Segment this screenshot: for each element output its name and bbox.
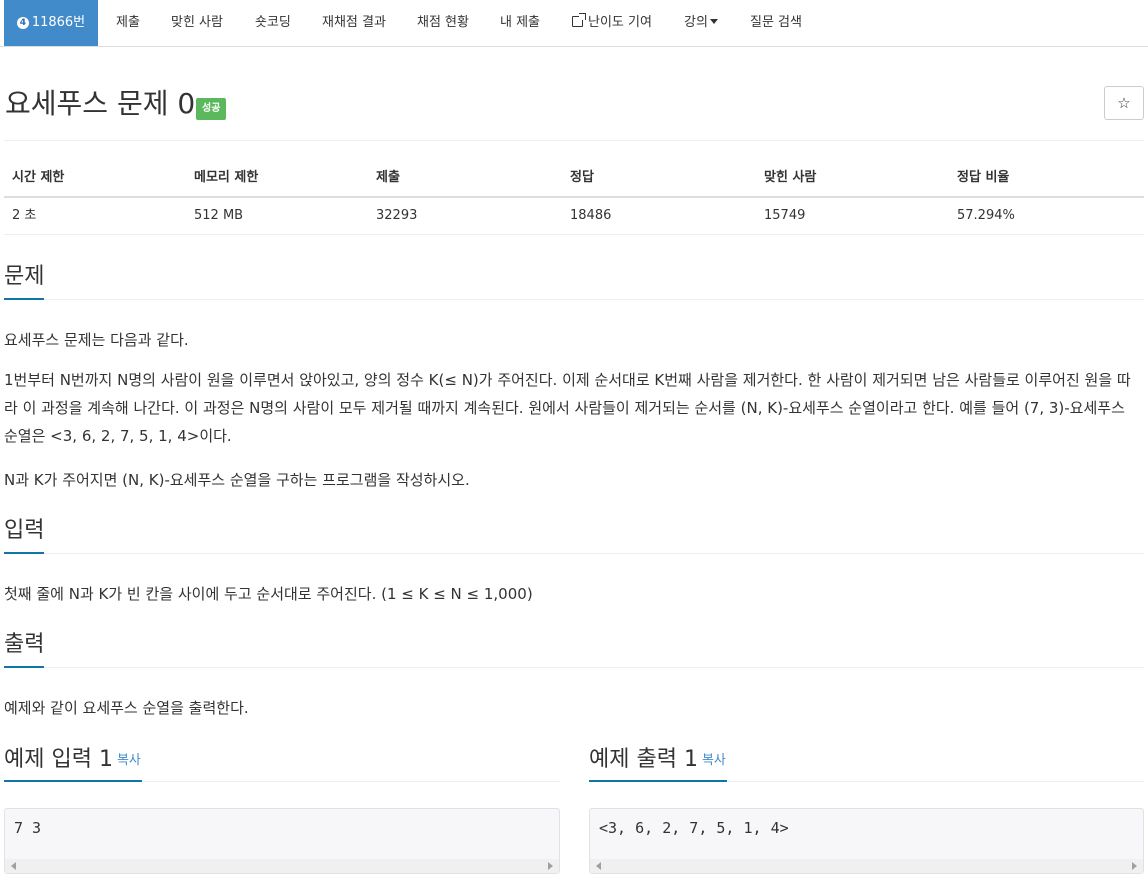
favorite-star-button[interactable]: ☆ — [1104, 86, 1144, 120]
sample-input-box[interactable]: 7 3 — [4, 808, 560, 874]
input-divider — [4, 553, 1144, 554]
caret-down-icon — [709, 19, 718, 24]
external-link-icon — [572, 13, 586, 27]
value-solved-users: 15749 — [764, 208, 806, 223]
problem-nav-bar: 4 11866번 제출 맞힌 사람 숏코딩 재채점 결과 채점 현황 내 제출 난… — [0, 0, 1148, 47]
value-submissions: 32293 — [376, 208, 418, 223]
tier-icon: 4 — [16, 17, 29, 29]
status-badge: 성공 — [196, 98, 227, 120]
header-solved-users: 맞힌 사람 — [764, 170, 817, 185]
output-description: 예제와 같이 요세푸스 순열을 출력한다. — [4, 699, 249, 717]
input-underline — [4, 552, 44, 554]
header-memory-limit: 메모리 제한 — [194, 170, 259, 185]
nav-lectures-dropdown[interactable]: 강의 — [684, 0, 718, 46]
nav-difficulty-contribution[interactable]: 난이도 기여 — [572, 0, 652, 46]
value-memory-limit: 512 MB — [194, 208, 244, 223]
header-time-limit: 시간 제한 — [12, 170, 65, 185]
output-divider — [4, 667, 1144, 668]
value-accepted: 18486 — [570, 208, 612, 223]
header-accept-ratio: 정답 비율 — [957, 170, 1010, 185]
sample-input-title: 예제 입력 1 — [4, 747, 113, 772]
header-submissions: 제출 — [376, 170, 400, 185]
description-paragraph-2: 1번부터 N번까지 N명의 사람이 원을 이루면서 앉아있고, 양의 정수 K(… — [4, 371, 1131, 445]
description-divider — [4, 299, 1144, 300]
input-description: 첫째 줄에 N과 K가 빈 칸을 사이에 두고 순서대로 주어진다. (1 ≤ … — [4, 585, 533, 603]
sample-input-underline — [4, 780, 142, 782]
input-heading: 입력 — [4, 518, 45, 543]
nav-problem-number[interactable]: 4 11866번 — [4, 0, 98, 46]
sample-input-heading: 예제 입력 1 복사 — [4, 745, 141, 776]
sample-output-scrollbar[interactable] — [590, 859, 1143, 873]
description-underline — [4, 298, 44, 300]
sample-output-underline — [589, 780, 727, 782]
sample-output-title: 예제 출력 1 — [589, 747, 698, 772]
nav-difficulty-contribution-label: 난이도 기여 — [588, 15, 652, 30]
info-table-row: 2 초 512 MB 32293 18486 15749 57.294% — [4, 198, 1144, 235]
nav-solved-users[interactable]: 맞힌 사람 — [171, 0, 223, 46]
star-icon: ☆ — [1117, 94, 1131, 112]
copy-sample-input-button[interactable]: 복사 — [117, 753, 141, 768]
nav-rejudge-result[interactable]: 재채점 결과 — [322, 0, 386, 46]
nav-submit[interactable]: 제출 — [116, 0, 140, 46]
scroll-right-icon[interactable] — [1132, 862, 1137, 870]
description-paragraph-3: N과 K가 주어지면 (N, K)-요세푸스 순열을 구하는 프로그램을 작성하… — [4, 471, 470, 489]
description-heading: 문제 — [4, 264, 45, 289]
copy-sample-output-button[interactable]: 복사 — [702, 753, 726, 768]
sample-output-heading: 예제 출력 1 복사 — [589, 745, 726, 776]
nav-lectures-label: 강의 — [684, 15, 708, 30]
value-time-limit: 2 초 — [12, 208, 37, 223]
nav-short-coding[interactable]: 숏코딩 — [255, 0, 291, 46]
header-accepted: 정답 — [570, 170, 594, 185]
title-divider — [4, 140, 1144, 141]
scroll-right-icon[interactable] — [548, 862, 553, 870]
info-table-header-row: 시간 제한 메모리 제한 제출 정답 맞힌 사람 정답 비율 — [4, 160, 1144, 198]
output-underline — [4, 666, 44, 668]
sample-input-scrollbar[interactable] — [5, 859, 559, 873]
value-accept-ratio: 57.294% — [957, 208, 1015, 223]
nav-question-search[interactable]: 질문 검색 — [750, 0, 802, 46]
problem-info-table: 시간 제한 메모리 제한 제출 정답 맞힌 사람 정답 비율 2 초 512 M… — [4, 160, 1144, 235]
sample-input-value: 7 3 — [14, 819, 42, 837]
nav-problem-number-label: 11866번 — [31, 15, 86, 30]
scroll-left-icon[interactable] — [596, 862, 601, 870]
sample-output-value: <3, 6, 2, 7, 5, 1, 4> — [599, 819, 789, 837]
output-heading: 출력 — [4, 632, 45, 657]
nav-status[interactable]: 채점 현황 — [417, 0, 469, 46]
scroll-left-icon[interactable] — [11, 862, 16, 870]
problem-title: 요세푸스 문제 0 — [5, 87, 196, 120]
description-paragraph-1: 요세푸스 문제는 다음과 같다. — [4, 331, 189, 349]
nav-my-submissions[interactable]: 내 제출 — [500, 0, 540, 46]
sample-output-box[interactable]: <3, 6, 2, 7, 5, 1, 4> — [589, 808, 1144, 874]
